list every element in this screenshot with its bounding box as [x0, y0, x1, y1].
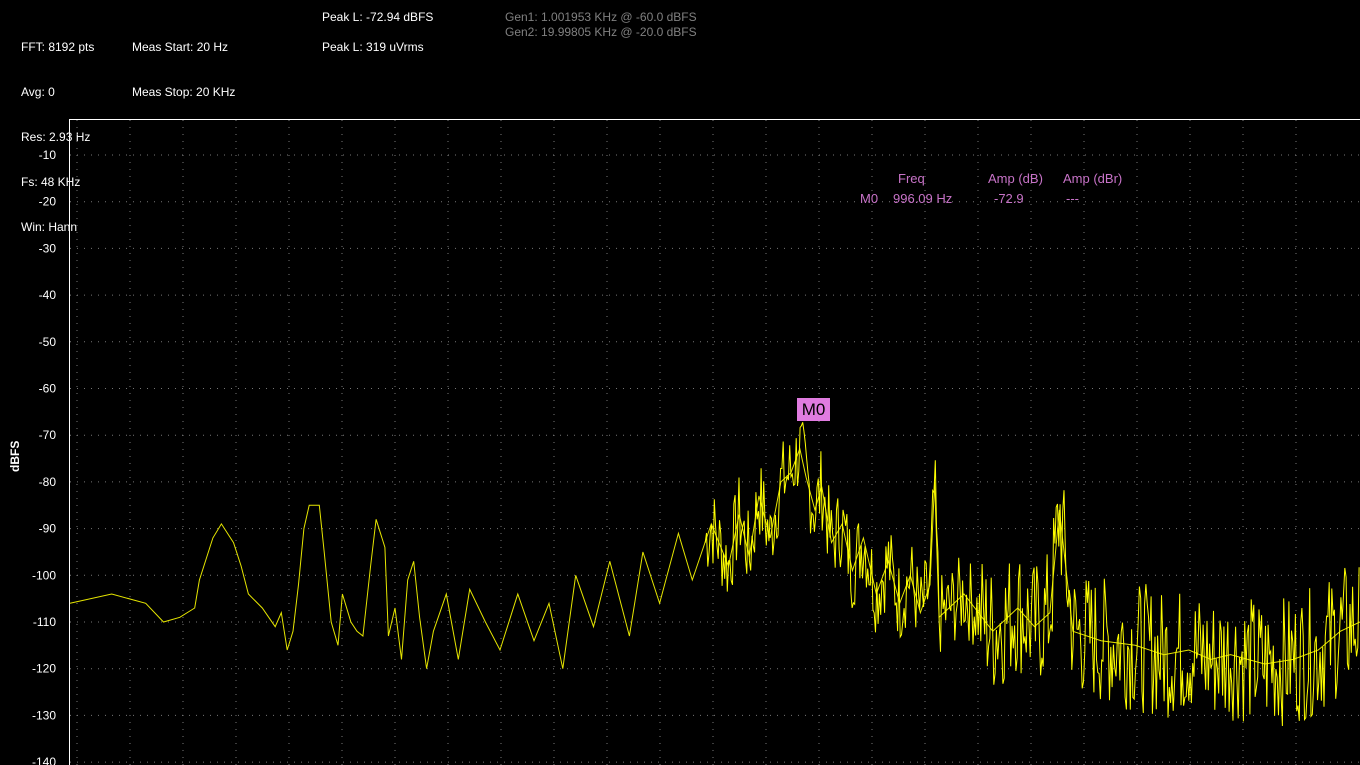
y-tick-label: -140 [32, 755, 56, 765]
marker-table-header-freq: Freq [898, 171, 925, 186]
marker-table-row-amp-dbr: --- [1066, 191, 1079, 206]
marker-table-row-amp-db: -72.9 [994, 191, 1024, 206]
y-tick-label: -120 [32, 662, 56, 676]
spectrum-trace-noise [704, 422, 1360, 727]
y-tick-label: -30 [39, 241, 57, 255]
y-tick-label: -60 [39, 382, 57, 396]
y-tick-label: -90 [39, 522, 57, 536]
y-tick-label: -100 [32, 568, 56, 582]
y-tick-label: -20 [39, 195, 57, 209]
y-tick-label: -70 [39, 428, 57, 442]
y-axis-ticks: -10 -20 -30 -40 -50 -60 -70 -80 -90 -100 -110 -120 -… [32, 148, 56, 765]
plot-frame [69, 119, 1360, 765]
marker-table-header-amp-db: Amp (dB) [988, 171, 1043, 186]
y-tick-label: -110 [33, 615, 56, 629]
marker-table-row-freq: 996.09 Hz [893, 191, 953, 206]
y-axis-label: dBFS [8, 440, 22, 472]
spectrum-plot[interactable]: -10 -20 -30 -40 -50 -60 -70 -80 -90 -100 -110 -120 -… [0, 0, 1360, 765]
marker-m0-flag[interactable]: M0 [797, 398, 830, 421]
y-tick-label: -10 [39, 148, 57, 162]
y-tick-label: -50 [39, 335, 57, 349]
marker-table-row-id: M0 [860, 191, 879, 206]
plot-grid [70, 120, 1360, 765]
y-tick-label: -40 [39, 288, 57, 302]
y-tick-label: -130 [32, 708, 56, 722]
y-tick-label: -80 [39, 475, 57, 489]
marker-table-header-amp-dbr: Amp (dBr) [1063, 171, 1123, 186]
